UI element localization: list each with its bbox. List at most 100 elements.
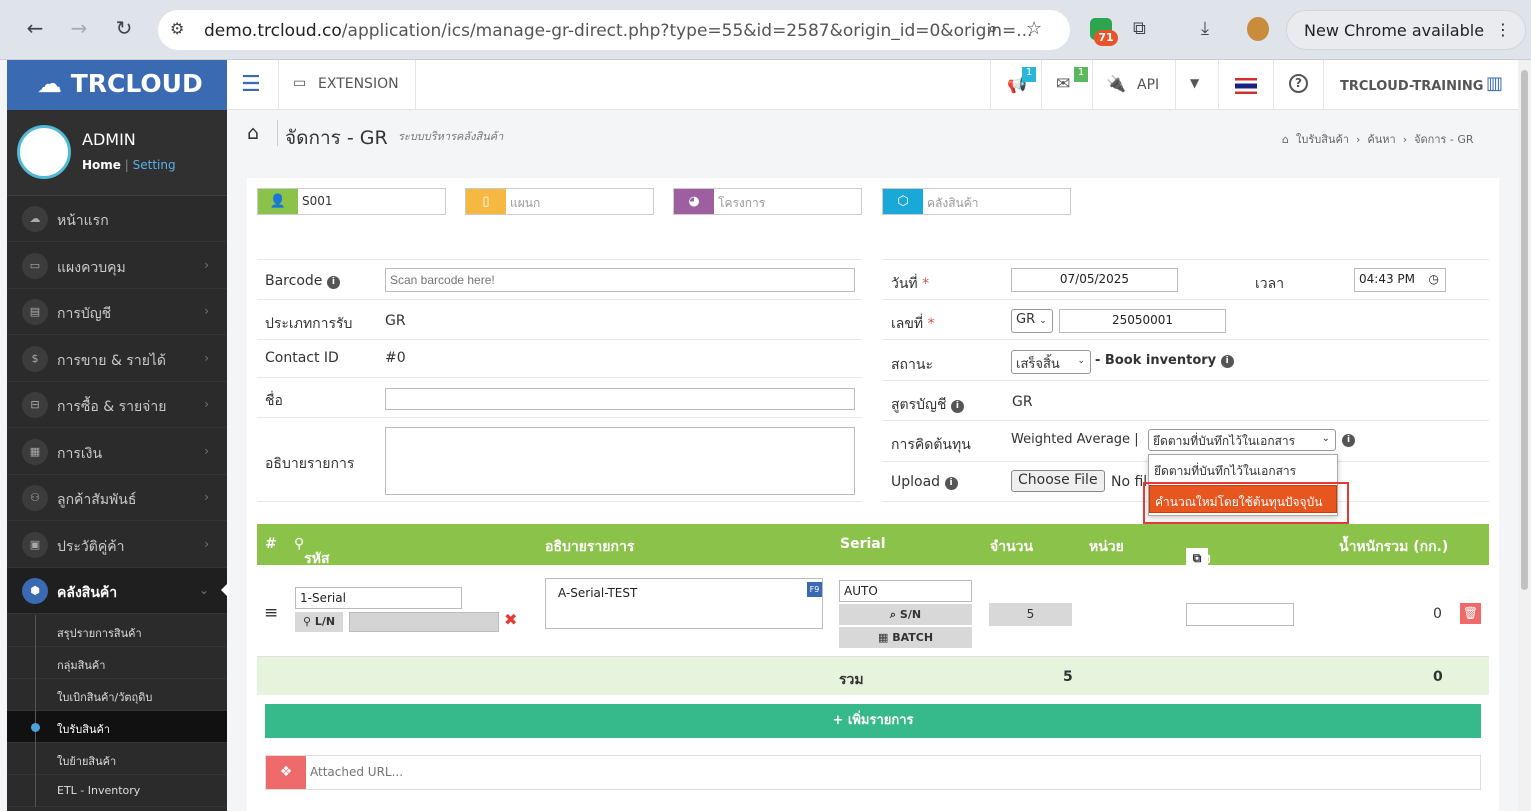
bookmark-star-icon[interactable]: ☆: [1026, 18, 1042, 39]
quantity-input[interactable]: 5: [989, 603, 1072, 626]
account-button[interactable]: TRCLOUD-TRAINING ▥: [1323, 60, 1518, 110]
costing-option-document[interactable]: ยึดตามที่บันทึกไว้ในเอกสาร: [1149, 455, 1337, 483]
lot-number-button[interactable]: ⚲ L/N: [295, 612, 343, 632]
sidebar-item-finance[interactable]: ▦ การเงิน ›: [7, 429, 227, 475]
number-input[interactable]: 25050001: [1059, 309, 1226, 333]
address-bar[interactable]: ⚙ demo.trcloud.co/application/ics/manage…: [158, 10, 1070, 50]
scrollbar[interactable]: [1518, 60, 1531, 811]
sub-item-product-summary[interactable]: สรุปรายการสินค้า: [7, 615, 227, 647]
name-input[interactable]: [385, 388, 855, 410]
col-quantity: จำนวน: [990, 539, 1034, 555]
extension-button[interactable]: ▭ EXTENSION: [278, 60, 416, 110]
avatar[interactable]: [17, 125, 71, 179]
book-icon: ▤: [22, 299, 48, 325]
choose-file-button[interactable]: Choose File: [1011, 470, 1105, 492]
drag-handle-icon[interactable]: ≡: [264, 603, 278, 623]
product-code-input[interactable]: 1-Serial: [295, 587, 462, 609]
brand-logo[interactable]: ☁ TRCLOUD: [7, 60, 227, 110]
info-icon: i: [1220, 355, 1234, 368]
sidebar-item-sales[interactable]: $ การขาย & รายได้ ›: [7, 336, 227, 382]
sidebar-item-warehouse[interactable]: ⬢ คลังสินค้า ⌄: [7, 568, 227, 614]
remove-icon[interactable]: ✖: [504, 610, 517, 629]
profile-name: ADMIN: [82, 130, 136, 149]
sidebar-item-home[interactable]: ☁ หน้าแรก: [7, 196, 227, 242]
add-item-button[interactable]: + เพิ่มรายการ: [265, 704, 1481, 738]
menu-kebab-icon[interactable]: ⋮: [1495, 20, 1511, 39]
barcode-input[interactable]: [385, 268, 855, 292]
trash-icon[interactable]: 🗑: [1460, 603, 1481, 624]
announcement-button[interactable]: 📢 1: [990, 60, 1041, 110]
costing-label: การคิดต้นทุน: [891, 437, 971, 453]
sub-item-label: สรุปรายการสินค้า: [57, 627, 142, 640]
project-tag[interactable]: ◕ โครงการ: [673, 188, 862, 215]
costing-select[interactable]: ยึดตามที่บันทึกไว้ในเอกสาร ⌄: [1148, 429, 1336, 451]
sidebar-item-purchase[interactable]: ⊟ การซื้อ & รายจ่าย ›: [7, 382, 227, 428]
breadcrumb-goods-receipt[interactable]: ใบรับสินค้า: [1296, 133, 1349, 146]
breadcrumb-current: จัดการ - GR: [1414, 133, 1474, 146]
f9-button[interactable]: F9: [807, 582, 822, 597]
serial-number-button[interactable]: ⌕ S/N: [839, 604, 972, 625]
sidebar-item-contact-history[interactable]: ▣ ประวัติคู่ค้า ›: [7, 522, 227, 568]
department-tag[interactable]: ▯ แผนก: [465, 188, 654, 215]
sidebar-item-accounting[interactable]: ▤ การบัญชี ›: [7, 289, 227, 335]
brand-name: TRCLOUD: [70, 69, 203, 98]
new-chrome-available-button[interactable]: New Chrome available ⋮: [1286, 10, 1526, 50]
dropdown-toggle[interactable]: ▼: [1175, 60, 1218, 110]
page-header: ⌂ จัดการ - GR ระบบบริหารคลังสินค้า ⌂ ใบร…: [227, 110, 1518, 160]
help-button[interactable]: ?: [1273, 60, 1323, 110]
sidebar-item-label: หน้าแรก: [57, 213, 109, 229]
home-link[interactable]: Home: [82, 158, 121, 172]
site-settings-icon[interactable]: ⚙: [170, 19, 184, 38]
breadcrumb-search[interactable]: ค้นหา: [1367, 133, 1395, 146]
back-icon[interactable]: ←: [21, 16, 49, 40]
lot-number-field[interactable]: [349, 612, 499, 632]
download-icon[interactable]: ⤓: [1201, 18, 1209, 39]
forward-icon[interactable]: →: [65, 16, 93, 40]
api-button[interactable]: 🔌 API: [1092, 60, 1175, 110]
sidebar-item-crm[interactable]: ⚇ ลูกค้าสัมพันธ์ ›: [7, 475, 227, 521]
sub-item-label: ETL - Inventory: [57, 784, 141, 797]
building-icon: ▥: [1486, 73, 1504, 94]
envelope-icon: ✉: [1056, 74, 1071, 94]
messages-button[interactable]: ✉ 1: [1041, 60, 1092, 110]
home-small-icon: ⌂: [1282, 133, 1289, 146]
hamburger-menu-icon[interactable]: ☰: [241, 72, 261, 97]
items-table-header: # ⚲ รหัสสินค้า อธิบายรายการ Serial จำนวน…: [257, 524, 1489, 589]
user-tag[interactable]: 👤 S001: [257, 188, 446, 215]
zoom-icon[interactable]: ⌕: [988, 19, 998, 39]
sidebar-item-label: ลูกค้าสัมพันธ์: [57, 492, 137, 508]
no-file-text: No fil: [1111, 474, 1148, 490]
monitor-icon: ▭: [293, 75, 307, 91]
chevron-right-icon: ›: [204, 490, 209, 504]
pie-chart-icon: ◕: [674, 189, 714, 214]
description-textarea[interactable]: [385, 427, 855, 495]
sidebar-item-label: การขาย & รายได้: [57, 353, 167, 369]
status-select[interactable]: เสร็จสิ้น ⌄: [1011, 350, 1091, 374]
setting-link[interactable]: Setting: [133, 158, 176, 172]
home-icon[interactable]: ⌂: [247, 122, 259, 144]
language-selector[interactable]: [1218, 60, 1273, 110]
item-description-input[interactable]: A-Serial-TEST: [545, 578, 823, 629]
sub-item-product-group[interactable]: กลุ่มสินค้า: [7, 647, 227, 679]
profile-avatar[interactable]: [1247, 17, 1269, 41]
scrollbar-thumb[interactable]: [1521, 70, 1528, 590]
sidebar-item-dashboard[interactable]: ▭ แผงควบคุม ›: [7, 243, 227, 289]
reload-icon[interactable]: ↻: [110, 16, 138, 40]
chevron-down-icon: ⌄: [1321, 433, 1330, 444]
serial-input[interactable]: AUTO: [839, 580, 972, 602]
sub-item-etl-inventory[interactable]: ETL - Inventory: [7, 775, 227, 807]
date-input[interactable]: 07/05/2025: [1011, 268, 1178, 292]
attached-url-input[interactable]: [310, 762, 1470, 782]
account-formula-label: สูตรบัญชี i: [891, 394, 964, 416]
sub-item-goods-receipt[interactable]: ใบรับสินค้า: [7, 711, 227, 743]
sub-item-requisition[interactable]: ใบเบิกสินค้า/วัตถุดิบ: [7, 679, 227, 711]
row-warehouse-input[interactable]: [1186, 603, 1294, 626]
extensions-puzzle-icon[interactable]: ⧉: [1133, 18, 1146, 39]
time-input[interactable]: 04:43 PM ◷: [1354, 268, 1446, 292]
user-icon: 👤: [258, 189, 298, 214]
sub-item-transfer[interactable]: ใบย้ายสินค้า: [7, 743, 227, 775]
new-chrome-label: New Chrome available: [1304, 21, 1485, 40]
number-prefix-select[interactable]: GR ⌄: [1011, 309, 1053, 333]
warehouse-tag[interactable]: ⬡ คลังสินค้า: [882, 188, 1071, 215]
batch-button[interactable]: ▦ BATCH: [839, 627, 972, 648]
